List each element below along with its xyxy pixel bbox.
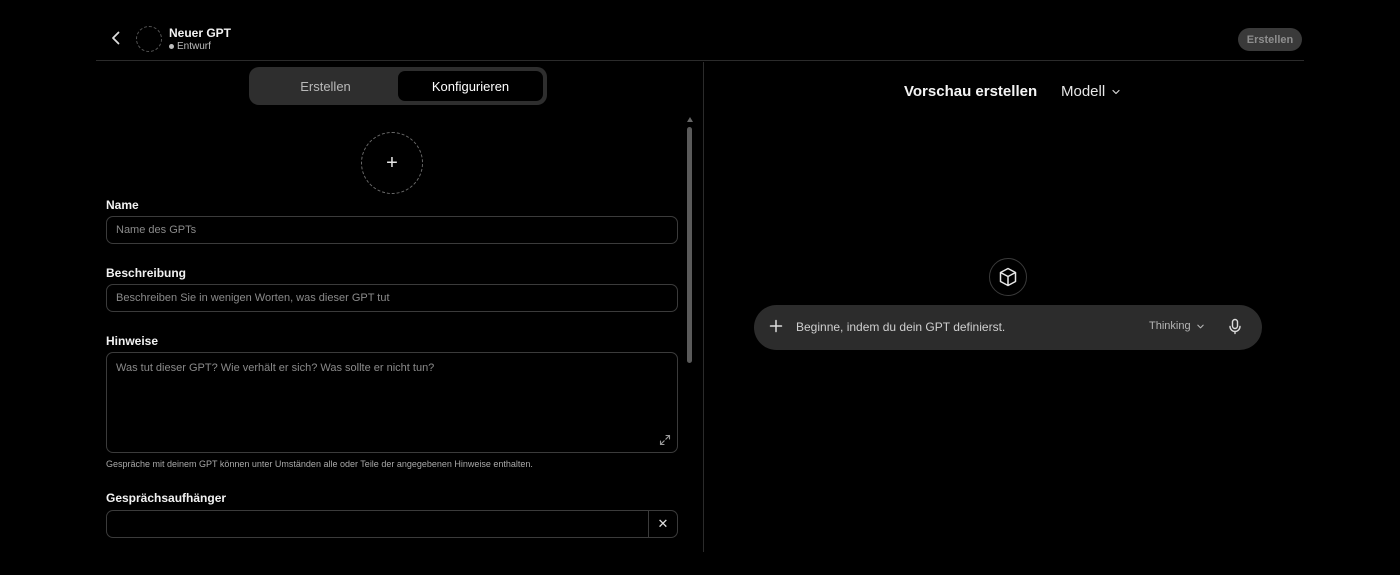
model-dropdown[interactable]: Modell bbox=[1061, 83, 1121, 100]
description-input[interactable]: Beschreiben Sie in wenigen Worten, was d… bbox=[106, 284, 678, 312]
message-composer[interactable]: Beginne, indem du dein GPT definierst. T… bbox=[754, 305, 1262, 350]
scrollbar[interactable] bbox=[687, 117, 693, 417]
scroll-up-arrow-icon[interactable] bbox=[687, 117, 693, 122]
microphone-icon[interactable] bbox=[1227, 318, 1243, 335]
thinking-dropdown[interactable]: Thinking bbox=[1149, 320, 1205, 332]
status-label: Entwurf bbox=[177, 41, 211, 52]
preview-panel: Vorschau erstellen Modell Beginne, indem… bbox=[704, 62, 1304, 575]
top-bar: Neuer GPT Entwurf Erstellen bbox=[96, 0, 1304, 61]
tab-create[interactable]: Erstellen bbox=[253, 71, 398, 101]
chevron-down-icon bbox=[1196, 324, 1204, 328]
create-button[interactable]: Erstellen bbox=[1238, 28, 1302, 51]
close-icon: ✕ bbox=[657, 516, 669, 531]
plus-icon: + bbox=[386, 151, 398, 174]
preview-title: Vorschau erstellen bbox=[904, 83, 1038, 100]
name-label: Name bbox=[106, 198, 139, 212]
back-arrow-icon[interactable] bbox=[106, 28, 126, 48]
config-panel: Erstellen Konfigurieren + Name Name des … bbox=[96, 62, 703, 575]
conversation-starters-label: Gesprächsaufhänger bbox=[106, 491, 227, 505]
instructions-label: Hinweise bbox=[106, 334, 159, 348]
name-input[interactable]: Name des GPTs bbox=[106, 216, 678, 244]
description-label: Beschreibung bbox=[106, 266, 187, 280]
remove-starter-button[interactable]: ✕ bbox=[649, 510, 678, 538]
cube-icon bbox=[989, 258, 1027, 296]
model-label: Modell bbox=[1061, 83, 1106, 100]
status-dot-icon bbox=[169, 44, 174, 49]
gpt-title: Neuer GPT bbox=[169, 26, 232, 40]
thinking-label: Thinking bbox=[1149, 320, 1191, 332]
gpt-status: Entwurf bbox=[169, 41, 211, 52]
expand-icon[interactable] bbox=[659, 434, 671, 446]
instructions-placeholder: Was tut dieser GPT? Wie verhält er sich?… bbox=[116, 362, 435, 374]
avatar-upload-button[interactable]: + bbox=[361, 132, 423, 194]
conversation-starter-input[interactable] bbox=[106, 510, 649, 538]
gpt-avatar bbox=[136, 26, 162, 52]
tab-configure[interactable]: Konfigurieren bbox=[398, 71, 543, 101]
instructions-hint: Gespräche mit deinem GPT können unter Um… bbox=[106, 459, 533, 469]
scroll-thumb[interactable] bbox=[687, 127, 692, 363]
chevron-down-icon bbox=[1112, 89, 1120, 94]
mode-tabs: Erstellen Konfigurieren bbox=[249, 67, 547, 105]
plus-icon[interactable] bbox=[768, 318, 784, 334]
composer-placeholder[interactable]: Beginne, indem du dein GPT definierst. bbox=[796, 320, 1005, 334]
instructions-textarea[interactable]: Was tut dieser GPT? Wie verhält er sich?… bbox=[106, 352, 678, 453]
